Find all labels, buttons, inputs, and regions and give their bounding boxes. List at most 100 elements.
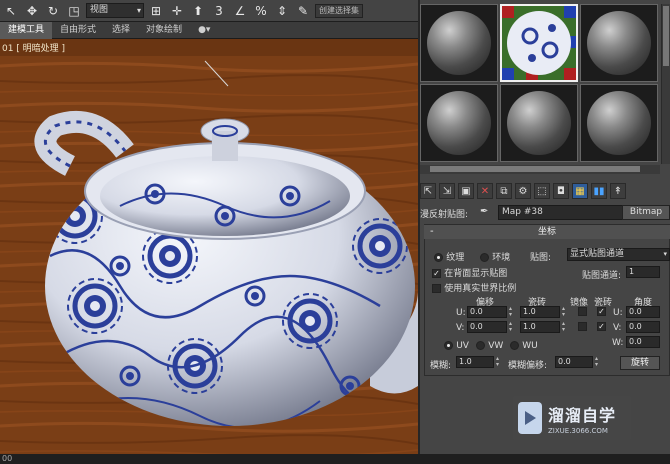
uv-radio[interactable] xyxy=(444,340,453,350)
reference-coordinate-select[interactable]: 视图 ▾ xyxy=(86,3,144,18)
scrollbar-thumb[interactable] xyxy=(663,6,669,66)
mapping-label: 贴图: xyxy=(530,253,552,263)
go-to-parent-icon[interactable]: ↟ xyxy=(610,183,626,199)
blur-spinner[interactable]: ▴ ▾ xyxy=(494,356,501,368)
show-end-result-icon[interactable]: ▮▮ xyxy=(591,183,607,199)
uv-radio-group: UV xyxy=(444,340,469,351)
u-mirror-checkbox[interactable] xyxy=(578,307,587,316)
tab-selection[interactable]: 选择 xyxy=(104,22,138,39)
v-angle-field[interactable]: 0.0 xyxy=(626,321,660,333)
w-angle-label: W: xyxy=(612,338,624,348)
texture-radio[interactable] xyxy=(434,252,443,262)
get-material-icon[interactable]: ⇱ xyxy=(420,183,436,199)
show-map-on-back-checkbox[interactable]: ✓ xyxy=(432,268,441,278)
environ-radio[interactable] xyxy=(480,252,489,262)
collapse-icon[interactable]: - xyxy=(430,225,434,239)
v-tiling-field[interactable]: 1.0 xyxy=(520,321,560,333)
sample-sphere xyxy=(427,91,491,155)
v-tile-checkbox[interactable]: ✓ xyxy=(597,322,606,331)
slots-horizontal-scrollbar[interactable] xyxy=(420,165,660,174)
map-channel-field[interactable]: 1 xyxy=(626,266,660,278)
snap-3d-icon[interactable]: 3 xyxy=(210,2,228,20)
ribbon-tabs: 建模工具 自由形式 选择 对象绘制 ●▾ xyxy=(0,21,418,39)
sample-sphere xyxy=(427,11,491,75)
rotate-button[interactable]: 旋转 xyxy=(620,356,660,370)
eyedropper-icon[interactable]: ✒ xyxy=(480,206,492,218)
reset-map-icon[interactable]: ✕ xyxy=(477,183,493,199)
show-map-in-viewport-icon[interactable]: ▦ xyxy=(572,183,588,199)
material-slot[interactable] xyxy=(580,4,658,82)
copy-material-icon[interactable]: ⧉ xyxy=(496,183,512,199)
select-icon[interactable]: ↖ xyxy=(2,2,20,20)
wu-label: WU xyxy=(522,341,538,351)
v-mirror-checkbox[interactable] xyxy=(578,322,587,331)
tab-freeform[interactable]: 自由形式 xyxy=(52,22,104,39)
blur-offset-spinner[interactable]: ▴ ▾ xyxy=(593,356,600,368)
u-offset-field[interactable]: 0.0 xyxy=(467,306,507,318)
u-tile-checkbox[interactable]: ✓ xyxy=(597,307,606,316)
v-offset-spinner[interactable]: ▴ ▾ xyxy=(507,321,514,333)
select-manipulate-icon[interactable]: ✛ xyxy=(168,2,186,20)
put-to-scene-icon[interactable]: ⇲ xyxy=(439,183,455,199)
scrollbar-thumb[interactable] xyxy=(430,166,640,172)
material-slot[interactable] xyxy=(420,84,498,162)
spinner-snap-icon[interactable]: ⇕ xyxy=(273,2,291,20)
blur-offset-label: 模糊偏移: xyxy=(508,361,548,371)
keyboard-shortcut-icon[interactable]: ⬆ xyxy=(189,2,207,20)
play-logo-icon xyxy=(518,402,542,434)
tab-modeling-tools[interactable]: 建模工具 xyxy=(0,21,53,39)
named-selection-set[interactable]: 创建选择集 xyxy=(315,3,363,18)
v-angle-label: V: xyxy=(613,323,622,333)
map-type-button[interactable]: Bitmap xyxy=(622,205,670,220)
wu-radio-group: WU xyxy=(510,340,538,351)
move-icon[interactable]: ✥ xyxy=(23,2,41,20)
named-selection-icon[interactable]: ✎ xyxy=(294,2,312,20)
material-id-icon[interactable]: ◘ xyxy=(553,183,569,199)
viewport-label[interactable]: 01 [ 明暗处理 ] xyxy=(2,41,65,54)
map-name-value: Map #38 xyxy=(502,207,543,217)
material-slot[interactable] xyxy=(420,4,498,82)
slots-vertical-scrollbar[interactable] xyxy=(661,4,670,164)
wu-radio[interactable] xyxy=(510,340,519,350)
v-tiling-spinner[interactable]: ▴ ▾ xyxy=(560,321,567,333)
u-tiling-field[interactable]: 1.0 xyxy=(520,306,560,318)
coordinates-rollout-header[interactable]: 坐标 xyxy=(424,225,670,239)
w-angle-field[interactable]: 0.0 xyxy=(626,336,660,348)
u-angle-label: U: xyxy=(613,308,623,318)
material-slot[interactable] xyxy=(580,84,658,162)
u-offset-spinner[interactable]: ▴ ▾ xyxy=(507,306,514,318)
blur-field[interactable]: 1.0 xyxy=(456,356,494,368)
real-world-scale-row: 使用真实世界比例 xyxy=(432,281,516,294)
show-map-on-back-row: ✓ 在背面显示贴图 xyxy=(432,266,507,279)
angle-snap-icon[interactable]: ∠ xyxy=(231,2,249,20)
map-channel-label: 贴图通道: xyxy=(582,271,622,281)
percent-snap-icon[interactable]: % xyxy=(252,2,270,20)
watermark-title: 溜溜自学 xyxy=(548,406,617,425)
map-name-field[interactable]: Map #38 ▾ xyxy=(498,205,636,220)
rotate-icon[interactable]: ↻ xyxy=(44,2,62,20)
blur-offset-field[interactable]: 0.0 xyxy=(555,356,593,368)
show-map-on-back-label: 在背面显示贴图 xyxy=(444,269,508,279)
material-slot-active[interactable] xyxy=(500,4,578,82)
status-text: 00 xyxy=(2,454,13,463)
environ-label: 环境 xyxy=(492,253,511,263)
make-unique-icon[interactable]: ⚙ xyxy=(515,183,531,199)
assign-to-selection-icon[interactable]: ▣ xyxy=(458,183,474,199)
put-to-library-icon[interactable]: ⬚ xyxy=(534,183,550,199)
pivot-icon[interactable]: ⊞ xyxy=(147,2,165,20)
perspective-viewport[interactable] xyxy=(0,56,418,456)
u-angle-field[interactable]: 0.0 xyxy=(626,306,660,318)
mapping-select[interactable]: 显式贴图通道 ▾ xyxy=(567,248,670,261)
material-slot[interactable] xyxy=(500,84,578,162)
tab-object-paint[interactable]: 对象绘制 xyxy=(138,22,190,39)
v-label: V: xyxy=(456,323,465,333)
uv-label: UV xyxy=(456,341,469,351)
tab-more[interactable]: ●▾ xyxy=(190,22,218,39)
texture-radio-group: 纹理 xyxy=(434,250,464,263)
scale-icon[interactable]: ◳ xyxy=(65,2,83,20)
u-tiling-spinner[interactable]: ▴ ▾ xyxy=(560,306,567,318)
u-label: U: xyxy=(456,308,466,318)
v-offset-field[interactable]: 0.0 xyxy=(467,321,507,333)
vw-radio[interactable] xyxy=(476,340,485,350)
real-world-scale-checkbox[interactable] xyxy=(432,283,441,293)
